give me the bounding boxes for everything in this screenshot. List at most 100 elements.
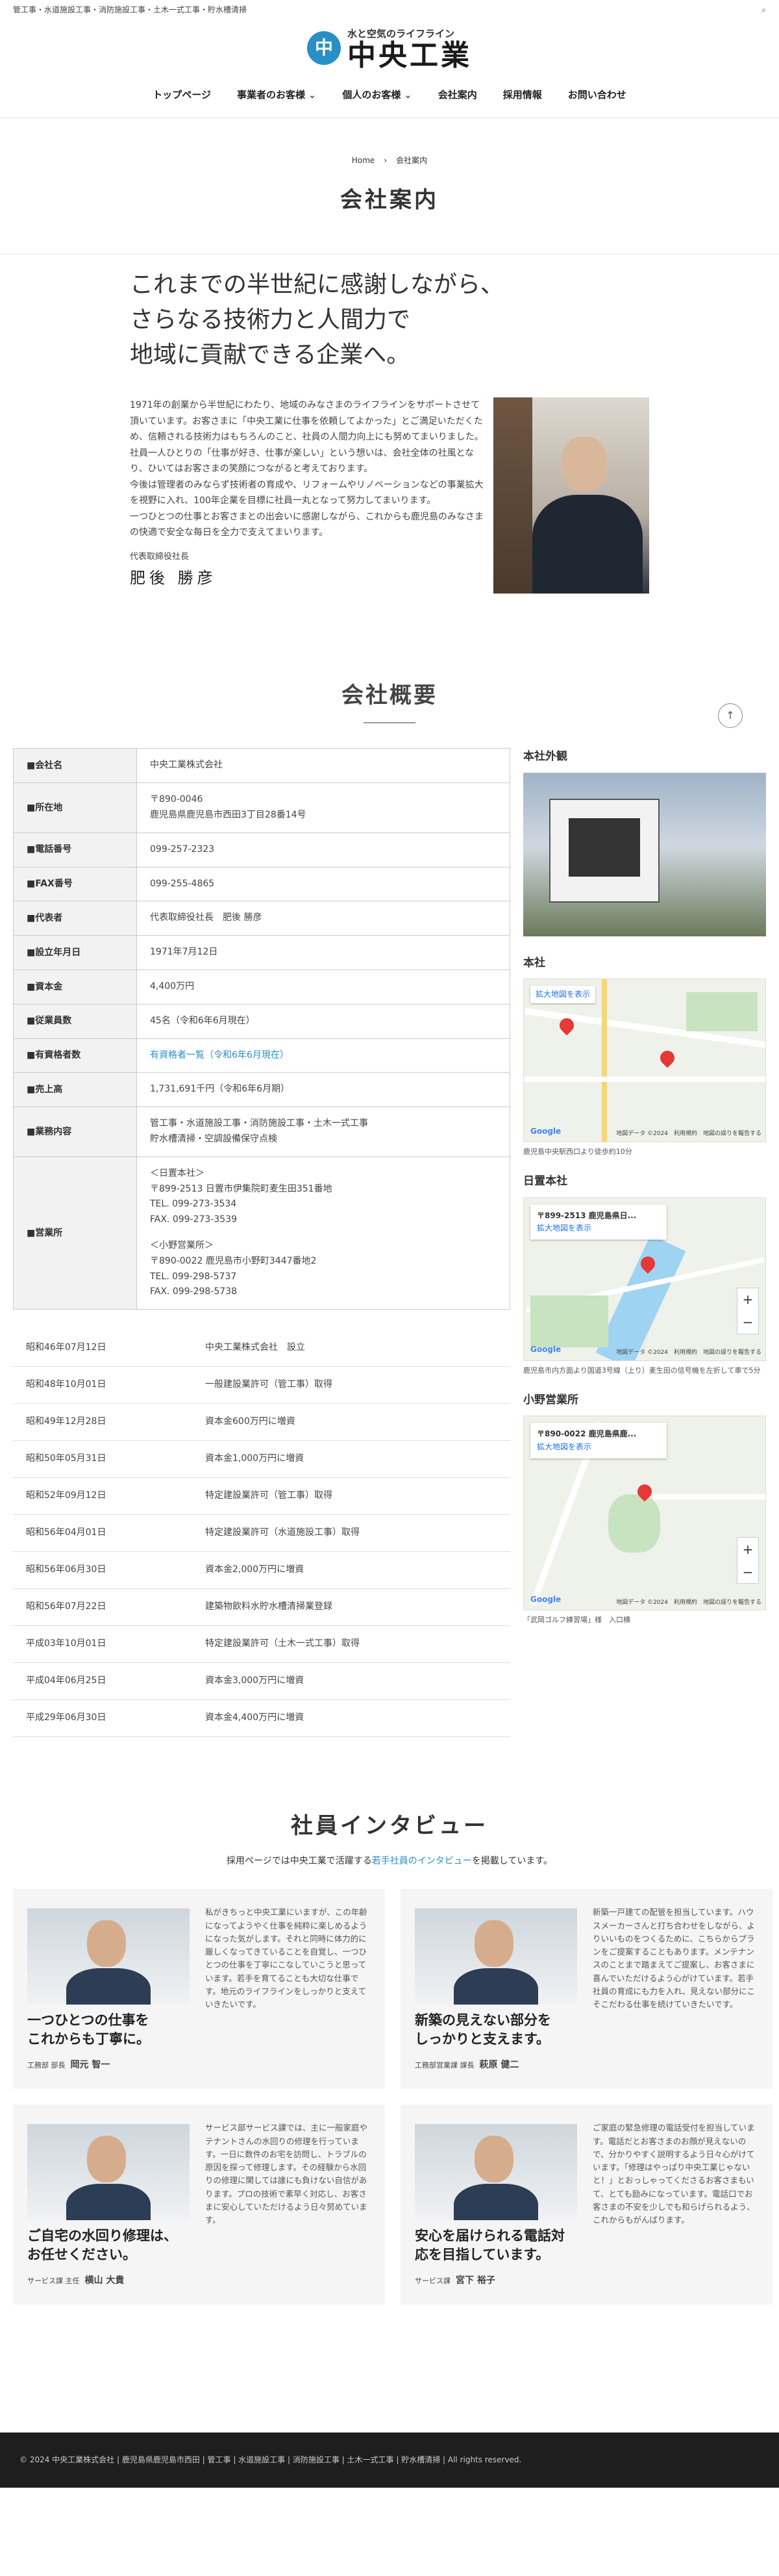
- history-date: 平成29年06月30日: [13, 1699, 192, 1737]
- hq-map-enlarge-link[interactable]: 拡大地図を表示: [536, 990, 590, 999]
- zoom-control[interactable]: + −: [737, 1537, 759, 1584]
- history-event: 特定建設業許可（土木一式工事）取得: [192, 1625, 510, 1663]
- zoom-in-icon[interactable]: +: [743, 1539, 754, 1560]
- zoom-control[interactable]: + −: [737, 1287, 759, 1334]
- ono-map-enlarge-link[interactable]: 拡大地図を表示: [537, 1441, 660, 1453]
- president-photo: [493, 397, 649, 594]
- info-value-line: 貯水槽清掃・空調設備保守点検: [150, 1133, 277, 1144]
- hioki-map[interactable]: 〒899-2513 鹿児島県日... 拡大地図を表示 + − Google 地図デー…: [523, 1197, 766, 1361]
- info-value-line: 有資格者一覧（令和6年6月現在）: [150, 1049, 289, 1060]
- history-event: 資本金4,400万円に増資: [192, 1699, 510, 1737]
- interviewee: サービス課 主任 横山 大貴: [27, 2273, 124, 2288]
- sidebar: 本社外観 本社 拡大地図を表示 Google 地図データ ©2024 利用規約 …: [523, 748, 766, 1736]
- info-label: ■設立年月日: [13, 935, 137, 970]
- breadcrumb-home[interactable]: Home: [352, 156, 375, 165]
- interview-sub-text: 採用ページでは中央工業で活躍する: [227, 1856, 372, 1867]
- history-row: 昭和50年05月31日 資本金1,000万円に増資: [13, 1440, 510, 1478]
- info-value-line: 099-257-2323: [150, 844, 215, 855]
- info-value-line: TEL. 099-273-3534: [150, 1199, 237, 1210]
- interview-card[interactable]: 一つひとつの仕事を これからも丁寧に。 工務部 部長 岡元 智一 私がきちっと中央工業…: [13, 1889, 385, 2090]
- ono-map[interactable]: 〒890-0022 鹿児島県鹿... 拡大地図を表示 + − Google 地図デー…: [523, 1416, 766, 1611]
- interview-card-text: サービス部サービス課では、主に一般家庭やテナントさんの水回りの修理を行っています…: [205, 2123, 368, 2225]
- info-label: ■FAX番号: [13, 866, 137, 902]
- history-row: 平成03年10月01日 特定建設業許可（土木一式工事）取得: [13, 1625, 510, 1663]
- info-value-line: 代表取締役社長 肥後 勝彦: [150, 912, 262, 923]
- zoom-in-icon[interactable]: +: [743, 1289, 754, 1310]
- interview-card-title: 一つひとつの仕事を これからも丁寧に。: [27, 2012, 150, 2047]
- info-label: ■従業員数: [13, 1003, 137, 1039]
- nav-item-company[interactable]: 会社案内: [438, 87, 477, 103]
- interview-link[interactable]: 若手社員のインタビュー: [372, 1856, 472, 1866]
- headline-line: これまでの半世紀に感謝しながら、: [130, 271, 504, 298]
- interviewee: 工務部 部長 岡元 智一: [27, 2058, 110, 2072]
- interview-card-title: 新築の見えない部分を しっかりと支えます。: [415, 2012, 551, 2047]
- info-label: ■代表者: [13, 901, 137, 936]
- signature-title: 代表取締役社長: [130, 551, 190, 562]
- info-row: ■営業所 ＜日置本社＞ 〒899-2513 日置市伊集院町麦生田351番地 TEL. …: [13, 1156, 510, 1310]
- hioki-title: 日置本社: [523, 1175, 567, 1188]
- history-event: 中央工業株式会社 設立: [192, 1329, 510, 1367]
- history-row: 平成04年06月25日 資本金3,000万円に増資: [13, 1662, 510, 1700]
- interviewee-photo: [27, 1908, 190, 2005]
- info-value: 099-257-2323: [136, 832, 510, 868]
- ono-title: 小野営業所: [523, 1394, 578, 1407]
- zoom-out-icon[interactable]: −: [743, 1562, 754, 1582]
- ono-access-note: 「武岡ゴルフ練習場」様 入口横: [523, 1616, 630, 1625]
- info-value-line: 〒890-0022 鹿児島市小野町3447番地2: [150, 1255, 317, 1266]
- map-credit[interactable]: 地図データ ©2024 利用規約 地図の誤りを報告する: [616, 1598, 761, 1607]
- interview-card[interactable]: 新築の見えない部分を しっかりと支えます。 工務部営業課 課長 萩原 健二 新築一戸建…: [401, 1889, 773, 2090]
- history-date: 昭和56年07月22日: [13, 1588, 192, 1626]
- map-credit[interactable]: 地図データ ©2024 利用規約 地図の誤りを報告する: [616, 1129, 761, 1138]
- interview-cards: 一つひとつの仕事を これからも丁寧に。 工務部 部長 岡元 智一 私がきちっと中央工業…: [13, 1889, 773, 2305]
- interview-card-title: ご自宅の水回り修理は、 お任せください。: [27, 2228, 177, 2262]
- hq-map[interactable]: 拡大地図を表示 Google 地図データ ©2024 利用規約 地図の誤りを報告…: [523, 978, 766, 1142]
- history-date: 昭和56年04月01日: [13, 1514, 192, 1552]
- info-value-line: 4,400万円: [150, 981, 195, 992]
- info-row: ■資本金 4,400万円: [13, 969, 510, 1005]
- history-row: 昭和48年10月01日 一般建設業許可（管工事）取得: [13, 1366, 510, 1404]
- breadcrumb: Home › 会社案内: [351, 155, 428, 165]
- page-title: 会社案内: [340, 186, 439, 213]
- history-row: 昭和56年04月01日 特定建設業許可（水道施設工事）取得: [13, 1514, 510, 1552]
- zoom-out-icon[interactable]: −: [743, 1312, 754, 1332]
- info-label: ■営業所: [13, 1156, 137, 1310]
- logo-name: 中央工業: [347, 39, 472, 72]
- company-overview: ■会社名 中央工業株式会社 ■所在地 〒890-0046 鹿児島県鹿児島市西田3丁目28…: [0, 748, 779, 1737]
- info-row: ■会社名 中央工業株式会社: [13, 748, 510, 784]
- history-date: 平成04年06月25日: [13, 1662, 192, 1700]
- info-value-line: FAX. 099-273-3539: [150, 1214, 238, 1225]
- interview-card[interactable]: 安心を届けられる電話対 応を目指しています。 サービス課 宮下 裕子 ご家庭の緊急修理…: [401, 2105, 773, 2305]
- info-value-line: 〒890-0046: [150, 794, 203, 805]
- interview-card[interactable]: ご自宅の水回り修理は、 お任せください。サービス課 主任 横山 大貴 サービス部サー…: [13, 2105, 385, 2305]
- info-value[interactable]: 有資格者一覧（令和6年6月現在）: [136, 1038, 510, 1073]
- info-label: ■業務内容: [13, 1107, 137, 1157]
- site-logo[interactable]: 中 水と空気のライフライン 中央工業: [307, 26, 472, 70]
- nav-item-top[interactable]: トップページ: [153, 87, 211, 103]
- info-value: 中央工業株式会社: [136, 748, 510, 784]
- arrow-up-icon: ↑: [726, 709, 735, 722]
- history-event: 資本金3,000万円に増資: [192, 1662, 510, 1700]
- interview-title: 社員インタビュー: [291, 1812, 488, 1839]
- info-value-line: 管工事・水道施設工事・消防施設工事・土木一式工事: [150, 1118, 368, 1129]
- map-credit[interactable]: 地図データ ©2024 利用規約 地図の誤りを報告する: [616, 1348, 761, 1357]
- president-message: これまでの半世紀に感謝しながら、 さらなる技術力と人間力で 地域に貢献できる企業…: [130, 255, 649, 594]
- info-label: ■有資格者数: [13, 1038, 137, 1073]
- logo-mark-icon: 中: [307, 31, 341, 65]
- scroll-to-top-button[interactable]: ↑: [718, 703, 743, 728]
- interviewee-role: サービス課 主任: [27, 2277, 80, 2286]
- search-icon[interactable]: ⌕: [761, 4, 766, 16]
- hq-title: 本社: [523, 956, 545, 969]
- history-event: 特定建設業許可（水道施設工事）取得: [192, 1514, 510, 1552]
- hioki-map-enlarge-link[interactable]: 拡大地図を表示: [537, 1222, 660, 1234]
- footer-text: © 2024 中央工業株式会社 | 鹿児島県鹿児島市西田 | 管工事 | 水道施…: [19, 2455, 522, 2465]
- interviewee-role: 工務部 部長: [27, 2061, 66, 2070]
- info-value: 1971年7月12日: [136, 935, 510, 970]
- interviewee-name: 萩原 健二: [479, 2060, 519, 2071]
- message-paragraph: 1971年の創業から半世紀にわたり、地域のみなさまのライフラインをサポートさせて…: [130, 400, 484, 442]
- nav-item-personal[interactable]: 個人のお客様: [342, 87, 412, 103]
- nav-item-contact[interactable]: お問い合わせ: [568, 87, 626, 103]
- interviewee-photo: [27, 2124, 190, 2221]
- nav-item-recruit[interactable]: 採用情報: [503, 87, 542, 103]
- nav-item-business[interactable]: 事業者のお客様: [237, 87, 316, 103]
- history-date: 昭和48年10月01日: [13, 1366, 192, 1404]
